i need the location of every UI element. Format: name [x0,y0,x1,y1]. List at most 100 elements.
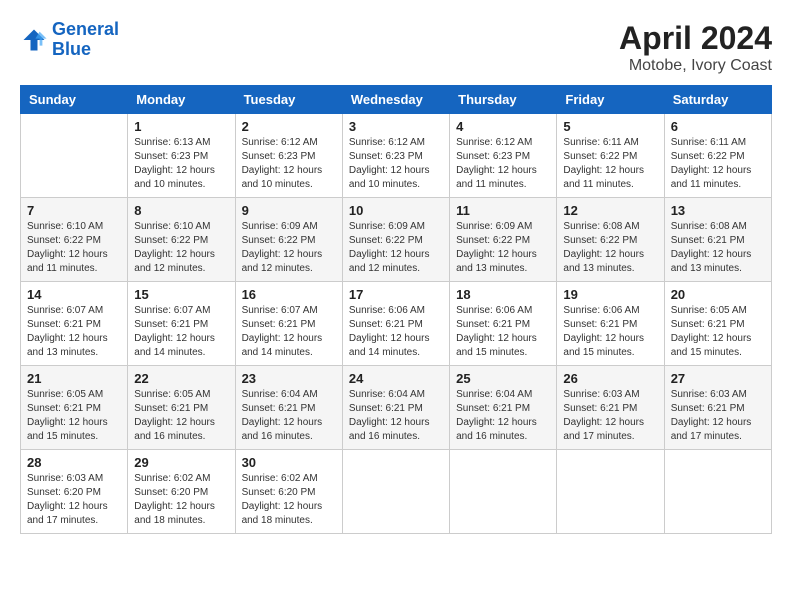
day-number: 29 [134,455,228,470]
day-info: Sunrise: 6:12 AM Sunset: 6:23 PM Dayligh… [349,136,443,192]
day-info: Sunrise: 6:11 AM Sunset: 6:22 PM Dayligh… [563,136,657,192]
calendar-week-row: 21 Sunrise: 6:05 AM Sunset: 6:21 PM Dayli… [21,366,772,450]
calendar-cell: 16 Sunrise: 6:07 AM Sunset: 6:21 PM Dayli… [235,282,342,366]
calendar-cell: 11 Sunrise: 6:09 AM Sunset: 6:22 PM Dayli… [450,198,557,282]
day-info: Sunrise: 6:06 AM Sunset: 6:21 PM Dayligh… [349,304,443,360]
day-number: 14 [27,287,121,302]
calendar-cell: 18 Sunrise: 6:06 AM Sunset: 6:21 PM Dayli… [450,282,557,366]
calendar-cell: 1 Sunrise: 6:13 AM Sunset: 6:23 PM Daylig… [128,114,235,198]
day-number: 11 [456,203,550,218]
calendar-cell: 12 Sunrise: 6:08 AM Sunset: 6:22 PM Dayli… [557,198,664,282]
day-number: 15 [134,287,228,302]
day-number: 12 [563,203,657,218]
day-info: Sunrise: 6:02 AM Sunset: 6:20 PM Dayligh… [242,472,336,528]
weekday-header: Sunday [21,86,128,114]
calendar-week-row: 7 Sunrise: 6:10 AM Sunset: 6:22 PM Daylig… [21,198,772,282]
day-info: Sunrise: 6:09 AM Sunset: 6:22 PM Dayligh… [456,220,550,276]
day-info: Sunrise: 6:09 AM Sunset: 6:22 PM Dayligh… [349,220,443,276]
day-number: 27 [671,371,765,386]
day-number: 23 [242,371,336,386]
calendar-cell: 10 Sunrise: 6:09 AM Sunset: 6:22 PM Dayli… [342,198,449,282]
day-number: 21 [27,371,121,386]
main-title: April 2024 [619,20,772,57]
header: General Blue April 2024 Motobe, Ivory Co… [20,20,772,75]
calendar-header-row: SundayMondayTuesdayWednesdayThursdayFrid… [21,86,772,114]
day-number: 8 [134,203,228,218]
title-block: April 2024 Motobe, Ivory Coast [619,20,772,75]
day-info: Sunrise: 6:13 AM Sunset: 6:23 PM Dayligh… [134,136,228,192]
day-info: Sunrise: 6:08 AM Sunset: 6:21 PM Dayligh… [671,220,765,276]
weekday-header: Tuesday [235,86,342,114]
page: General Blue April 2024 Motobe, Ivory Co… [0,0,792,554]
weekday-header: Thursday [450,86,557,114]
calendar-cell [21,114,128,198]
day-info: Sunrise: 6:07 AM Sunset: 6:21 PM Dayligh… [27,304,121,360]
calendar-cell: 3 Sunrise: 6:12 AM Sunset: 6:23 PM Daylig… [342,114,449,198]
logo-icon [20,26,48,54]
calendar-cell: 23 Sunrise: 6:04 AM Sunset: 6:21 PM Dayli… [235,366,342,450]
calendar-cell: 22Sunrise: 6:05 AM Sunset: 6:21 PM Dayli… [128,366,235,450]
day-number: 6 [671,119,765,134]
day-info: Sunrise: 6:12 AM Sunset: 6:23 PM Dayligh… [456,136,550,192]
day-info: Sunrise: 6:10 AM Sunset: 6:22 PM Dayligh… [27,220,121,276]
calendar-cell: 19Sunrise: 6:06 AM Sunset: 6:21 PM Dayli… [557,282,664,366]
day-info: Sunrise: 6:03 AM Sunset: 6:21 PM Dayligh… [563,388,657,444]
day-info: Sunrise: 6:09 AM Sunset: 6:22 PM Dayligh… [242,220,336,276]
day-info: Sunrise: 6:07 AM Sunset: 6:21 PM Dayligh… [134,304,228,360]
calendar-week-row: 1 Sunrise: 6:13 AM Sunset: 6:23 PM Daylig… [21,114,772,198]
day-info: Sunrise: 6:12 AM Sunset: 6:23 PM Dayligh… [242,136,336,192]
logo-line2: Blue [52,39,91,59]
logo: General Blue [20,20,119,60]
day-number: 19 [563,287,657,302]
calendar-cell: 14 Sunrise: 6:07 AM Sunset: 6:21 PM Dayli… [21,282,128,366]
logo-text: General Blue [52,20,119,60]
calendar: SundayMondayTuesdayWednesdayThursdayFrid… [20,85,772,534]
day-number: 1 [134,119,228,134]
day-info: Sunrise: 6:10 AM Sunset: 6:22 PM Dayligh… [134,220,228,276]
day-number: 4 [456,119,550,134]
calendar-cell [450,450,557,534]
calendar-cell: 13 Sunrise: 6:08 AM Sunset: 6:21 PM Dayli… [664,198,771,282]
weekday-header: Saturday [664,86,771,114]
day-info: Sunrise: 6:06 AM Sunset: 6:21 PM Dayligh… [456,304,550,360]
day-info: Sunrise: 6:04 AM Sunset: 6:21 PM Dayligh… [242,388,336,444]
calendar-week-row: 14 Sunrise: 6:07 AM Sunset: 6:21 PM Dayli… [21,282,772,366]
weekday-header: Wednesday [342,86,449,114]
day-number: 7 [27,203,121,218]
day-number: 30 [242,455,336,470]
day-number: 9 [242,203,336,218]
day-number: 17 [349,287,443,302]
calendar-cell: 17 Sunrise: 6:06 AM Sunset: 6:21 PM Dayli… [342,282,449,366]
calendar-cell: 27 Sunrise: 6:03 AM Sunset: 6:21 PM Dayli… [664,366,771,450]
calendar-cell: 5 Sunrise: 6:11 AM Sunset: 6:22 PM Daylig… [557,114,664,198]
day-number: 26 [563,371,657,386]
calendar-cell: 6 Sunrise: 6:11 AM Sunset: 6:22 PM Daylig… [664,114,771,198]
day-number: 3 [349,119,443,134]
day-number: 25 [456,371,550,386]
day-info: Sunrise: 6:07 AM Sunset: 6:21 PM Dayligh… [242,304,336,360]
calendar-cell: 9 Sunrise: 6:09 AM Sunset: 6:22 PM Daylig… [235,198,342,282]
calendar-cell [557,450,664,534]
calendar-cell: 8 Sunrise: 6:10 AM Sunset: 6:22 PM Daylig… [128,198,235,282]
calendar-cell: 30 Sunrise: 6:02 AM Sunset: 6:20 PM Dayli… [235,450,342,534]
day-number: 18 [456,287,550,302]
day-number: 13 [671,203,765,218]
day-number: 5 [563,119,657,134]
day-info: Sunrise: 6:02 AM Sunset: 6:20 PM Dayligh… [134,472,228,528]
day-info: Sunrise: 6:11 AM Sunset: 6:22 PM Dayligh… [671,136,765,192]
day-info: Sunrise: 6:04 AM Sunset: 6:21 PM Dayligh… [456,388,550,444]
day-number: 16 [242,287,336,302]
calendar-week-row: 28Sunrise: 6:03 AM Sunset: 6:20 PM Dayli… [21,450,772,534]
day-number: 10 [349,203,443,218]
calendar-cell: 2Sunrise: 6:12 AM Sunset: 6:23 PM Daylig… [235,114,342,198]
calendar-cell: 24Sunrise: 6:04 AM Sunset: 6:21 PM Dayli… [342,366,449,450]
day-info: Sunrise: 6:08 AM Sunset: 6:22 PM Dayligh… [563,220,657,276]
calendar-cell: 15 Sunrise: 6:07 AM Sunset: 6:21 PM Dayli… [128,282,235,366]
calendar-cell: 21Sunrise: 6:05 AM Sunset: 6:21 PM Dayli… [21,366,128,450]
subtitle: Motobe, Ivory Coast [619,57,772,75]
day-info: Sunrise: 6:05 AM Sunset: 6:21 PM Dayligh… [134,388,228,444]
calendar-cell [342,450,449,534]
day-info: Sunrise: 6:03 AM Sunset: 6:21 PM Dayligh… [671,388,765,444]
weekday-header: Friday [557,86,664,114]
calendar-cell: 26 Sunrise: 6:03 AM Sunset: 6:21 PM Dayli… [557,366,664,450]
